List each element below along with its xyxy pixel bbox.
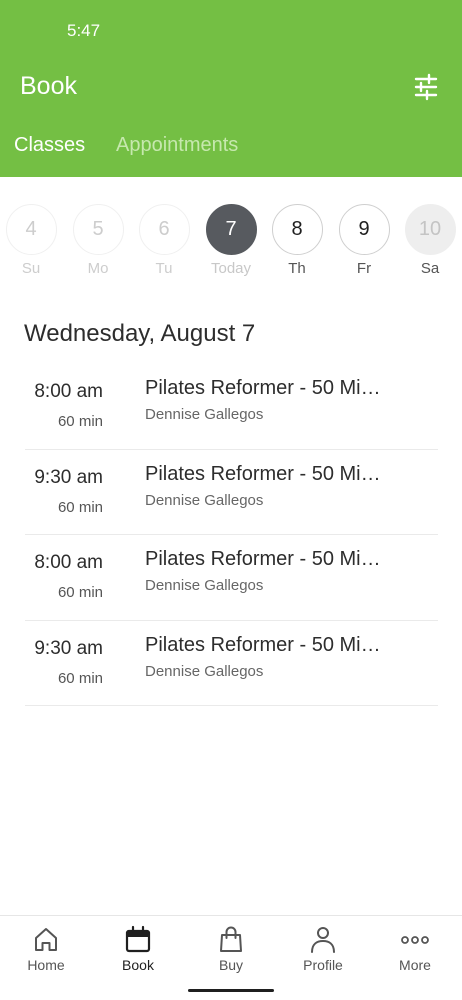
day-sunday[interactable]: 4 Su <box>3 204 59 277</box>
day-label: Today <box>210 260 252 277</box>
nav-buy[interactable]: Buy <box>185 924 277 973</box>
day-label: Th <box>288 260 306 277</box>
day-label: Sa <box>420 260 440 277</box>
class-list: 8:00 am 60 min Pilates Reformer - 50 Min… <box>25 364 438 706</box>
day-thursday[interactable]: 8 Th <box>269 204 325 277</box>
day-friday[interactable]: 9 Fr <box>336 204 392 277</box>
nav-label: Profile <box>303 957 343 973</box>
class-time: 8:00 am <box>34 552 103 573</box>
shopping-bag-icon <box>220 926 242 952</box>
bottom-nav: Home Book Buy Profile More <box>0 915 462 1000</box>
day-number: 7 <box>205 204 257 255</box>
nav-label: Book <box>122 957 154 973</box>
day-today[interactable]: 7 Today <box>203 204 259 277</box>
class-instructor: Dennise Gallegos <box>145 662 264 680</box>
day-number: 6 <box>138 204 190 255</box>
class-duration: 60 min <box>57 413 103 430</box>
day-number: 4 <box>5 204 57 255</box>
tab-appointments[interactable]: Appointments <box>116 134 238 157</box>
day-number: 8 <box>271 204 323 255</box>
class-row[interactable]: 9:30 am 60 min Pilates Reformer - 50 Min… <box>25 450 438 535</box>
week-calendar: 4 Su 5 Mo 6 Tu 7 Today 8 Th 9 Fr 10 Sa <box>0 204 462 286</box>
date-heading: Wednesday, August 7 <box>24 320 256 347</box>
tab-classes[interactable]: Classes <box>14 134 85 157</box>
nav-book[interactable]: Book <box>92 924 184 973</box>
tab-bar: Classes Appointments <box>0 134 462 164</box>
class-duration: 60 min <box>57 584 103 601</box>
class-name: Pilates Reformer - 50 Min… <box>145 633 390 656</box>
class-duration: 60 min <box>57 669 103 687</box>
class-instructor: Dennise Gallegos <box>145 491 264 509</box>
nav-label: More <box>399 957 431 973</box>
person-icon <box>311 927 335 953</box>
nav-label: Buy <box>218 957 244 973</box>
class-time: 9:30 am <box>34 637 103 659</box>
class-row[interactable]: 8:00 am 60 min Pilates Reformer - 50 Min… <box>25 364 438 450</box>
page-title: Book <box>20 72 77 100</box>
day-saturday[interactable]: 10 Sa <box>402 204 458 277</box>
day-label: Mo <box>87 260 109 277</box>
nav-profile[interactable]: Profile <box>277 924 369 973</box>
class-name: Pilates Reformer - 50 Min… <box>145 377 390 399</box>
class-name: Pilates Reformer - 50 Min… <box>145 548 390 570</box>
nav-home[interactable]: Home <box>0 924 92 973</box>
class-name: Pilates Reformer - 50 Min… <box>145 462 390 485</box>
home-indicator <box>188 989 274 992</box>
app-header: 5:47 Book Classes Appointments <box>0 0 462 177</box>
day-number: 5 <box>72 204 124 255</box>
class-time: 9:30 am <box>34 466 103 488</box>
home-icon <box>35 928 57 951</box>
class-row[interactable]: 8:00 am 60 min Pilates Reformer - 50 Min… <box>25 535 438 621</box>
day-monday[interactable]: 5 Mo <box>70 204 126 277</box>
more-dots-icon <box>401 936 429 944</box>
day-label: Su <box>21 260 41 277</box>
day-tuesday[interactable]: 6 Tu <box>136 204 192 277</box>
class-instructor: Dennise Gallegos <box>145 406 264 423</box>
day-label: Fr <box>356 260 372 277</box>
class-instructor: Dennise Gallegos <box>145 577 264 594</box>
day-number: 10 <box>404 204 456 255</box>
class-time: 8:00 am <box>34 381 103 402</box>
filter-button[interactable] <box>410 72 442 102</box>
status-bar-time: 5:47 <box>67 21 101 40</box>
calendar-icon <box>125 925 151 953</box>
day-number: 9 <box>338 204 390 255</box>
nav-more[interactable]: More <box>369 924 461 973</box>
sliders-icon <box>414 73 438 101</box>
class-duration: 60 min <box>57 498 103 516</box>
nav-label: Home <box>27 957 65 973</box>
day-label: Tu <box>155 260 173 277</box>
class-row[interactable]: 9:30 am 60 min Pilates Reformer - 50 Min… <box>25 621 438 706</box>
